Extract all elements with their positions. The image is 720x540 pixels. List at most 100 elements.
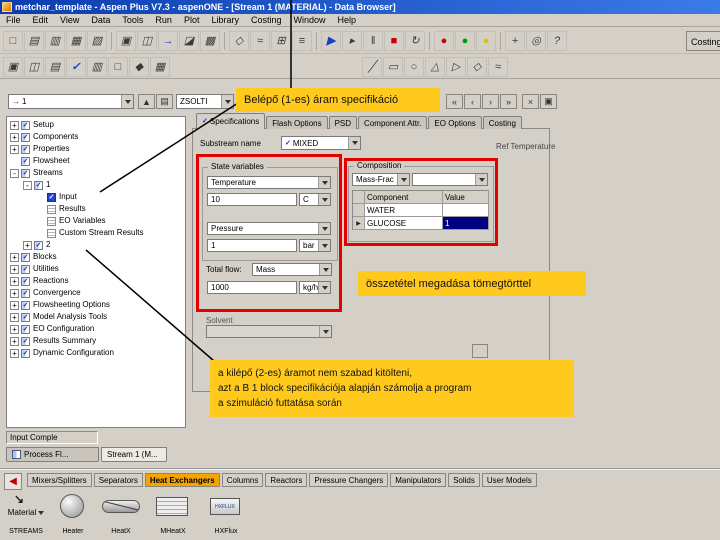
control-panel-icon[interactable]: ▩ bbox=[200, 30, 220, 51]
pressure-value-field[interactable]: 1 bbox=[207, 239, 297, 252]
palette-tab-separators[interactable]: Separators bbox=[93, 473, 143, 487]
tree-item-dynamic-configuration[interactable]: + ✓ Dynamic Configuration bbox=[7, 347, 185, 359]
tree-item-convergence[interactable]: + ✓ Convergence bbox=[7, 287, 185, 299]
menu-view[interactable]: View bbox=[54, 14, 85, 27]
total-flow-basis-combo[interactable]: Mass bbox=[252, 263, 332, 276]
menu-file[interactable]: File bbox=[0, 14, 27, 27]
check-status-icon[interactable]: ✓ bbox=[66, 56, 86, 77]
back-arrow-icon[interactable]: ◀ bbox=[4, 473, 22, 490]
status-red-icon[interactable]: ● bbox=[434, 30, 454, 51]
next-icon[interactable]: → bbox=[158, 30, 178, 51]
expand-toggle[interactable]: + bbox=[10, 252, 19, 262]
material-stream-arrow-icon[interactable]: ↘ bbox=[14, 492, 24, 506]
tree-item-eo-configuration[interactable]: + ✓ EO Configuration bbox=[7, 323, 185, 335]
chevron-down-icon[interactable] bbox=[318, 282, 330, 293]
step-icon[interactable]: ▸ bbox=[342, 30, 362, 51]
tree-item-stream-1[interactable]: - ✓ 1 bbox=[7, 179, 185, 191]
status-green-icon[interactable]: ● bbox=[455, 30, 475, 51]
tab-flash-options[interactable]: Flash Options bbox=[266, 116, 328, 129]
table-icon[interactable]: ⊞ bbox=[271, 30, 291, 51]
tree-item-reactions[interactable]: + ✓ Reactions bbox=[7, 275, 185, 287]
variable-explorer-icon[interactable]: ▣ bbox=[3, 56, 23, 77]
draw-wave-icon[interactable]: ≈ bbox=[488, 56, 508, 77]
object-combo[interactable]: → 1 bbox=[8, 94, 134, 109]
tree-item-properties[interactable]: + ✓ Properties bbox=[7, 143, 185, 155]
tab-eo-options[interactable]: EO Options bbox=[428, 116, 482, 129]
tree-item-streams[interactable]: - ✓ Streams bbox=[7, 167, 185, 179]
save-icon[interactable]: ▥ bbox=[45, 30, 65, 51]
hxflux-model-icon[interactable]: HXFLUX bbox=[210, 498, 240, 515]
nav-first-icon[interactable]: « bbox=[446, 94, 463, 109]
print-preview-icon[interactable]: ▧ bbox=[87, 30, 107, 51]
temperature-unit-combo[interactable]: C bbox=[299, 193, 331, 206]
menu-window[interactable]: Window bbox=[287, 14, 331, 27]
tree-item-model-analysis-tools[interactable]: + ✓ Model Analysis Tools bbox=[7, 311, 185, 323]
run-icon[interactable]: ▶ bbox=[321, 30, 341, 51]
report-icon[interactable]: ▥ bbox=[87, 56, 107, 77]
tree-item-utilities[interactable]: + ✓ Utilities bbox=[7, 263, 185, 275]
expand-toggle[interactable]: + bbox=[10, 132, 19, 142]
draw-diamond-icon[interactable]: ◇ bbox=[467, 56, 487, 77]
chevron-down-icon[interactable] bbox=[319, 326, 331, 337]
history-icon[interactable]: ≡ bbox=[292, 30, 312, 51]
expand-toggle[interactable]: + bbox=[23, 240, 32, 250]
total-flow-unit-combo[interactable]: kg/hr bbox=[299, 281, 331, 294]
chevron-down-icon[interactable] bbox=[319, 264, 331, 275]
draw-line-icon[interactable]: ╱ bbox=[362, 56, 382, 77]
paste-icon[interactable]: ◫ bbox=[137, 30, 157, 51]
tree-item-results-summary[interactable]: + ✓ Results Summary bbox=[7, 335, 185, 347]
sheet-icon[interactable]: ▤ bbox=[156, 94, 173, 109]
heatx-model-icon[interactable] bbox=[102, 500, 140, 513]
tree-item-custom-stream-results[interactable]: Custom Stream Results bbox=[7, 227, 185, 239]
tree-item-stream-2[interactable]: + ✓ 2 bbox=[7, 239, 185, 251]
palette-tab-pressure-changers[interactable]: Pressure Changers bbox=[309, 473, 389, 487]
menu-run[interactable]: Run bbox=[149, 14, 178, 27]
draw-rect-icon[interactable]: ▭ bbox=[383, 56, 403, 77]
nav-prev-icon[interactable]: ‹ bbox=[464, 94, 481, 109]
menu-plot[interactable]: Plot bbox=[178, 14, 206, 27]
chevron-down-icon[interactable] bbox=[348, 137, 360, 149]
value-cell-selected[interactable]: 1 bbox=[443, 217, 489, 230]
tree-item-eo-variables[interactable]: EO Variables bbox=[7, 215, 185, 227]
grid-icon[interactable]: ▣ bbox=[540, 94, 557, 109]
pressure-unit-combo[interactable]: bar bbox=[299, 239, 331, 252]
menu-edit[interactable]: Edit bbox=[27, 14, 55, 27]
draw-circle-icon[interactable]: ○ bbox=[404, 56, 424, 77]
composition-basis-combo[interactable]: Mass-Frac bbox=[352, 173, 410, 186]
model-summary-icon[interactable]: ◫ bbox=[24, 56, 44, 77]
help-icon[interactable]: ? bbox=[547, 30, 567, 51]
expand-toggle[interactable]: + bbox=[10, 288, 19, 298]
plot-icon[interactable]: ≈ bbox=[250, 30, 270, 51]
tab-process-flowsheet[interactable]: Process Fl... bbox=[6, 447, 99, 462]
open-icon[interactable]: ▤ bbox=[24, 30, 44, 51]
menu-tools[interactable]: Tools bbox=[116, 14, 149, 27]
expand-toggle[interactable]: + bbox=[10, 348, 19, 358]
expand-toggle[interactable]: + bbox=[10, 312, 19, 322]
chevron-down-icon[interactable] bbox=[318, 240, 330, 251]
palette-tab-user-models[interactable]: User Models bbox=[481, 473, 537, 487]
tree-item-flowsheeting-options[interactable]: + ✓ Flowsheeting Options bbox=[7, 299, 185, 311]
reinit-icon[interactable]: ↻ bbox=[405, 30, 425, 51]
misc-form-button[interactable] bbox=[472, 344, 488, 358]
menu-costing[interactable]: Costing bbox=[245, 14, 288, 27]
print-icon[interactable]: ▦ bbox=[66, 30, 86, 51]
draw-triangle-icon[interactable]: △ bbox=[425, 56, 445, 77]
units-set-combo[interactable]: ZSOLTI bbox=[176, 94, 234, 109]
composition-extra-combo[interactable] bbox=[412, 173, 488, 186]
palette-tab-columns[interactable]: Columns bbox=[221, 473, 264, 487]
expand-toggle[interactable]: + bbox=[10, 300, 19, 310]
chevron-down-icon[interactable] bbox=[121, 95, 133, 108]
value-cell[interactable] bbox=[443, 204, 489, 217]
palette-tab-heat-exchangers[interactable]: Heat Exchangers bbox=[144, 473, 220, 487]
tab-psd[interactable]: PSD bbox=[328, 116, 358, 129]
substream-combo[interactable]: ✓ MIXED bbox=[281, 136, 361, 150]
costing-button[interactable]: Costing bbox=[686, 31, 720, 51]
chevron-down-icon[interactable] bbox=[221, 95, 233, 108]
new-icon[interactable]: □ bbox=[3, 30, 23, 51]
expand-toggle[interactable]: - bbox=[10, 168, 19, 178]
expand-toggle[interactable]: + bbox=[10, 264, 19, 274]
expand-toggle[interactable]: + bbox=[10, 324, 19, 334]
chevron-down-icon[interactable] bbox=[318, 194, 330, 205]
expand-toggle[interactable]: + bbox=[10, 276, 19, 286]
palette-tab-reactors[interactable]: Reactors bbox=[265, 473, 308, 487]
